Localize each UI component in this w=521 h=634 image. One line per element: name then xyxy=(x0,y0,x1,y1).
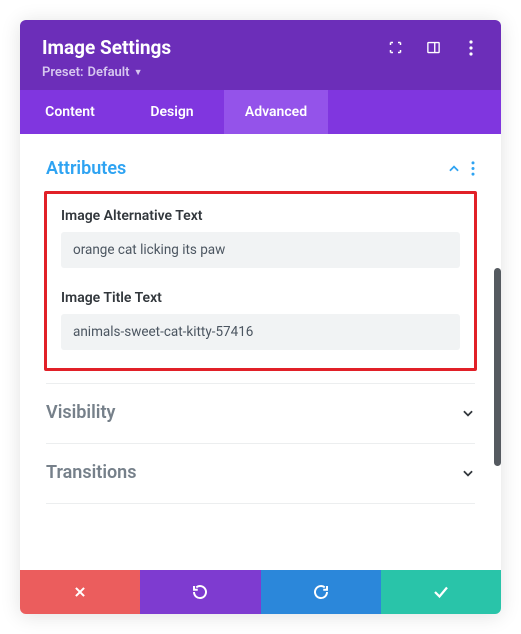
attributes-section-head[interactable]: Attributes xyxy=(46,152,475,187)
tab-design[interactable]: Design xyxy=(120,90,224,134)
divider xyxy=(46,383,475,384)
tab-advanced[interactable]: Advanced xyxy=(224,90,328,134)
save-button[interactable] xyxy=(381,570,501,614)
title-text-label: Image Title Text xyxy=(61,290,460,306)
footer-actions xyxy=(20,570,501,614)
chevron-down-icon[interactable] xyxy=(461,466,475,480)
alt-text-input[interactable] xyxy=(61,232,460,268)
chevron-down-icon[interactable] xyxy=(461,406,475,420)
panel-body: Attributes Image Alternative Text Image … xyxy=(20,134,501,570)
transitions-title: Transitions xyxy=(46,462,137,483)
panel-title: Image Settings xyxy=(42,36,171,59)
transitions-section-head[interactable]: Transitions xyxy=(46,456,475,491)
check-icon xyxy=(432,583,450,601)
transitions-actions xyxy=(461,466,475,480)
visibility-section-head[interactable]: Visibility xyxy=(46,396,475,431)
tab-content[interactable]: Content xyxy=(20,90,120,134)
attributes-actions xyxy=(447,161,475,176)
sidebar-toggle-icon[interactable] xyxy=(425,40,441,56)
visibility-title: Visibility xyxy=(46,402,115,423)
more-icon[interactable] xyxy=(463,40,479,56)
divider xyxy=(46,443,475,444)
image-settings-panel: Image Settings xyxy=(20,20,501,614)
attributes-title: Attributes xyxy=(46,158,126,179)
alt-text-label: Image Alternative Text xyxy=(61,208,460,224)
expand-icon[interactable] xyxy=(387,40,403,56)
panel-header: Image Settings xyxy=(20,20,501,90)
section-more-icon[interactable] xyxy=(471,161,475,176)
undo-button[interactable] xyxy=(140,570,260,614)
attributes-highlight-box: Image Alternative Text Image Title Text xyxy=(44,191,477,371)
header-actions xyxy=(387,40,479,56)
visibility-actions xyxy=(461,406,475,420)
undo-icon xyxy=(191,583,209,601)
title-text-input[interactable] xyxy=(61,314,460,350)
header-top-row: Image Settings xyxy=(42,36,479,59)
tab-bar: Content Design Advanced xyxy=(20,90,501,134)
caret-down-icon: ▼ xyxy=(134,67,143,78)
preset-selector[interactable]: Preset: Default ▼ xyxy=(42,65,142,80)
cancel-button[interactable] xyxy=(20,570,140,614)
preset-prefix: Preset: xyxy=(42,65,83,80)
redo-button[interactable] xyxy=(261,570,381,614)
close-icon xyxy=(73,585,87,599)
redo-icon xyxy=(312,583,330,601)
scrollbar-thumb[interactable] xyxy=(494,268,501,466)
divider xyxy=(46,503,475,504)
preset-value: Default xyxy=(87,65,129,80)
chevron-up-icon[interactable] xyxy=(447,162,461,176)
